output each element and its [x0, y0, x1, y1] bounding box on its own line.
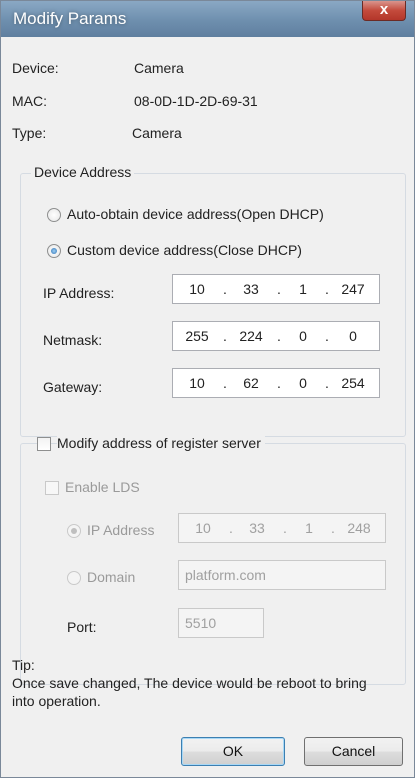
- register-server-group: Modify address of register server Enable…: [20, 435, 406, 685]
- gateway-octet-4[interactable]: 254: [335, 375, 371, 391]
- octet-separator: .: [331, 520, 335, 536]
- gateway-octet-2[interactable]: 62: [233, 375, 269, 391]
- tip-line-2: into operation.: [12, 693, 101, 709]
- register-port-input[interactable]: 5510: [178, 608, 264, 638]
- register-ip-radio[interactable]: [67, 524, 81, 538]
- ip-octet-1[interactable]: 10: [179, 281, 215, 297]
- device-address-legend: Device Address: [31, 164, 135, 180]
- mac-label: MAC:: [12, 93, 47, 109]
- dialog-body: Device: Camera MAC: 08-0D-1D-2D-69-31 Ty…: [8, 37, 407, 772]
- netmask-octet-4[interactable]: 0: [335, 328, 371, 344]
- register-domain-radio[interactable]: [67, 571, 81, 585]
- cancel-button[interactable]: Cancel: [304, 737, 403, 766]
- gateway-label: Gateway:: [43, 379, 103, 395]
- device-value: Camera: [134, 60, 184, 76]
- register-ip-field[interactable]: 10 . 33 . 1 . 248: [178, 513, 386, 543]
- octet-separator: .: [325, 281, 329, 297]
- device-label: Device:: [12, 60, 59, 76]
- modify-params-dialog: Modify Params x Device: Camera MAC: 08-0…: [0, 0, 415, 778]
- octet-separator: .: [277, 328, 281, 344]
- modify-register-server-checkbox[interactable]: [37, 437, 51, 451]
- octet-separator: .: [277, 375, 281, 391]
- type-value: Camera: [132, 125, 182, 141]
- register-domain-label[interactable]: Domain: [87, 569, 135, 585]
- close-button[interactable]: x: [362, 1, 406, 21]
- octet-separator: .: [223, 375, 227, 391]
- custom-address-label[interactable]: Custom device address(Close DHCP): [67, 242, 302, 258]
- auto-dhcp-radio[interactable]: [47, 208, 61, 222]
- ip-octet-3[interactable]: 1: [285, 281, 321, 297]
- modify-register-server-label[interactable]: Modify address of register server: [57, 435, 265, 451]
- enable-lds-checkbox[interactable]: [45, 481, 59, 495]
- register-domain-input[interactable]: platform.com: [178, 560, 386, 590]
- register-ip-octet-2[interactable]: 33: [239, 520, 275, 536]
- enable-lds-label[interactable]: Enable LDS: [65, 479, 140, 495]
- ip-octet-4[interactable]: 247: [335, 281, 371, 297]
- netmask-octet-1[interactable]: 255: [179, 328, 215, 344]
- device-address-group: Device Address Auto-obtain device addres…: [20, 164, 406, 437]
- register-ip-label[interactable]: IP Address: [87, 522, 154, 538]
- netmask-label: Netmask:: [43, 332, 103, 348]
- octet-separator: .: [283, 520, 287, 536]
- octet-separator: .: [325, 328, 329, 344]
- octet-separator: .: [277, 281, 281, 297]
- tip-title: Tip:: [12, 657, 35, 673]
- mac-value: 08-0D-1D-2D-69-31: [134, 93, 258, 109]
- octet-separator: .: [223, 328, 227, 344]
- register-ip-octet-1[interactable]: 10: [185, 520, 221, 536]
- gateway-octet-3[interactable]: 0: [285, 375, 321, 391]
- netmask-octet-3[interactable]: 0: [285, 328, 321, 344]
- netmask-field[interactable]: 255 . 224 . 0 . 0: [172, 321, 380, 351]
- tip-line-1: Once save changed, The device would be r…: [12, 675, 367, 691]
- gateway-octet-1[interactable]: 10: [179, 375, 215, 391]
- octet-separator: .: [229, 520, 233, 536]
- auto-dhcp-label[interactable]: Auto-obtain device address(Open DHCP): [67, 206, 324, 222]
- dialog-title: Modify Params: [13, 9, 127, 28]
- title-bar[interactable]: Modify Params x: [1, 1, 414, 37]
- close-icon: x: [379, 1, 389, 18]
- netmask-octet-2[interactable]: 224: [233, 328, 269, 344]
- custom-address-radio[interactable]: [47, 244, 61, 258]
- octet-separator: .: [325, 375, 329, 391]
- ip-octet-2[interactable]: 33: [233, 281, 269, 297]
- octet-separator: .: [223, 281, 227, 297]
- register-ip-octet-4[interactable]: 248: [341, 520, 377, 536]
- register-port-label: Port:: [67, 619, 97, 635]
- ip-address-field[interactable]: 10 . 33 . 1 . 247: [172, 274, 380, 304]
- ok-button[interactable]: OK: [181, 737, 285, 766]
- ip-address-label: IP Address:: [43, 285, 115, 301]
- type-label: Type:: [12, 125, 47, 141]
- gateway-field[interactable]: 10 . 62 . 0 . 254: [172, 368, 380, 398]
- register-ip-octet-3[interactable]: 1: [291, 520, 327, 536]
